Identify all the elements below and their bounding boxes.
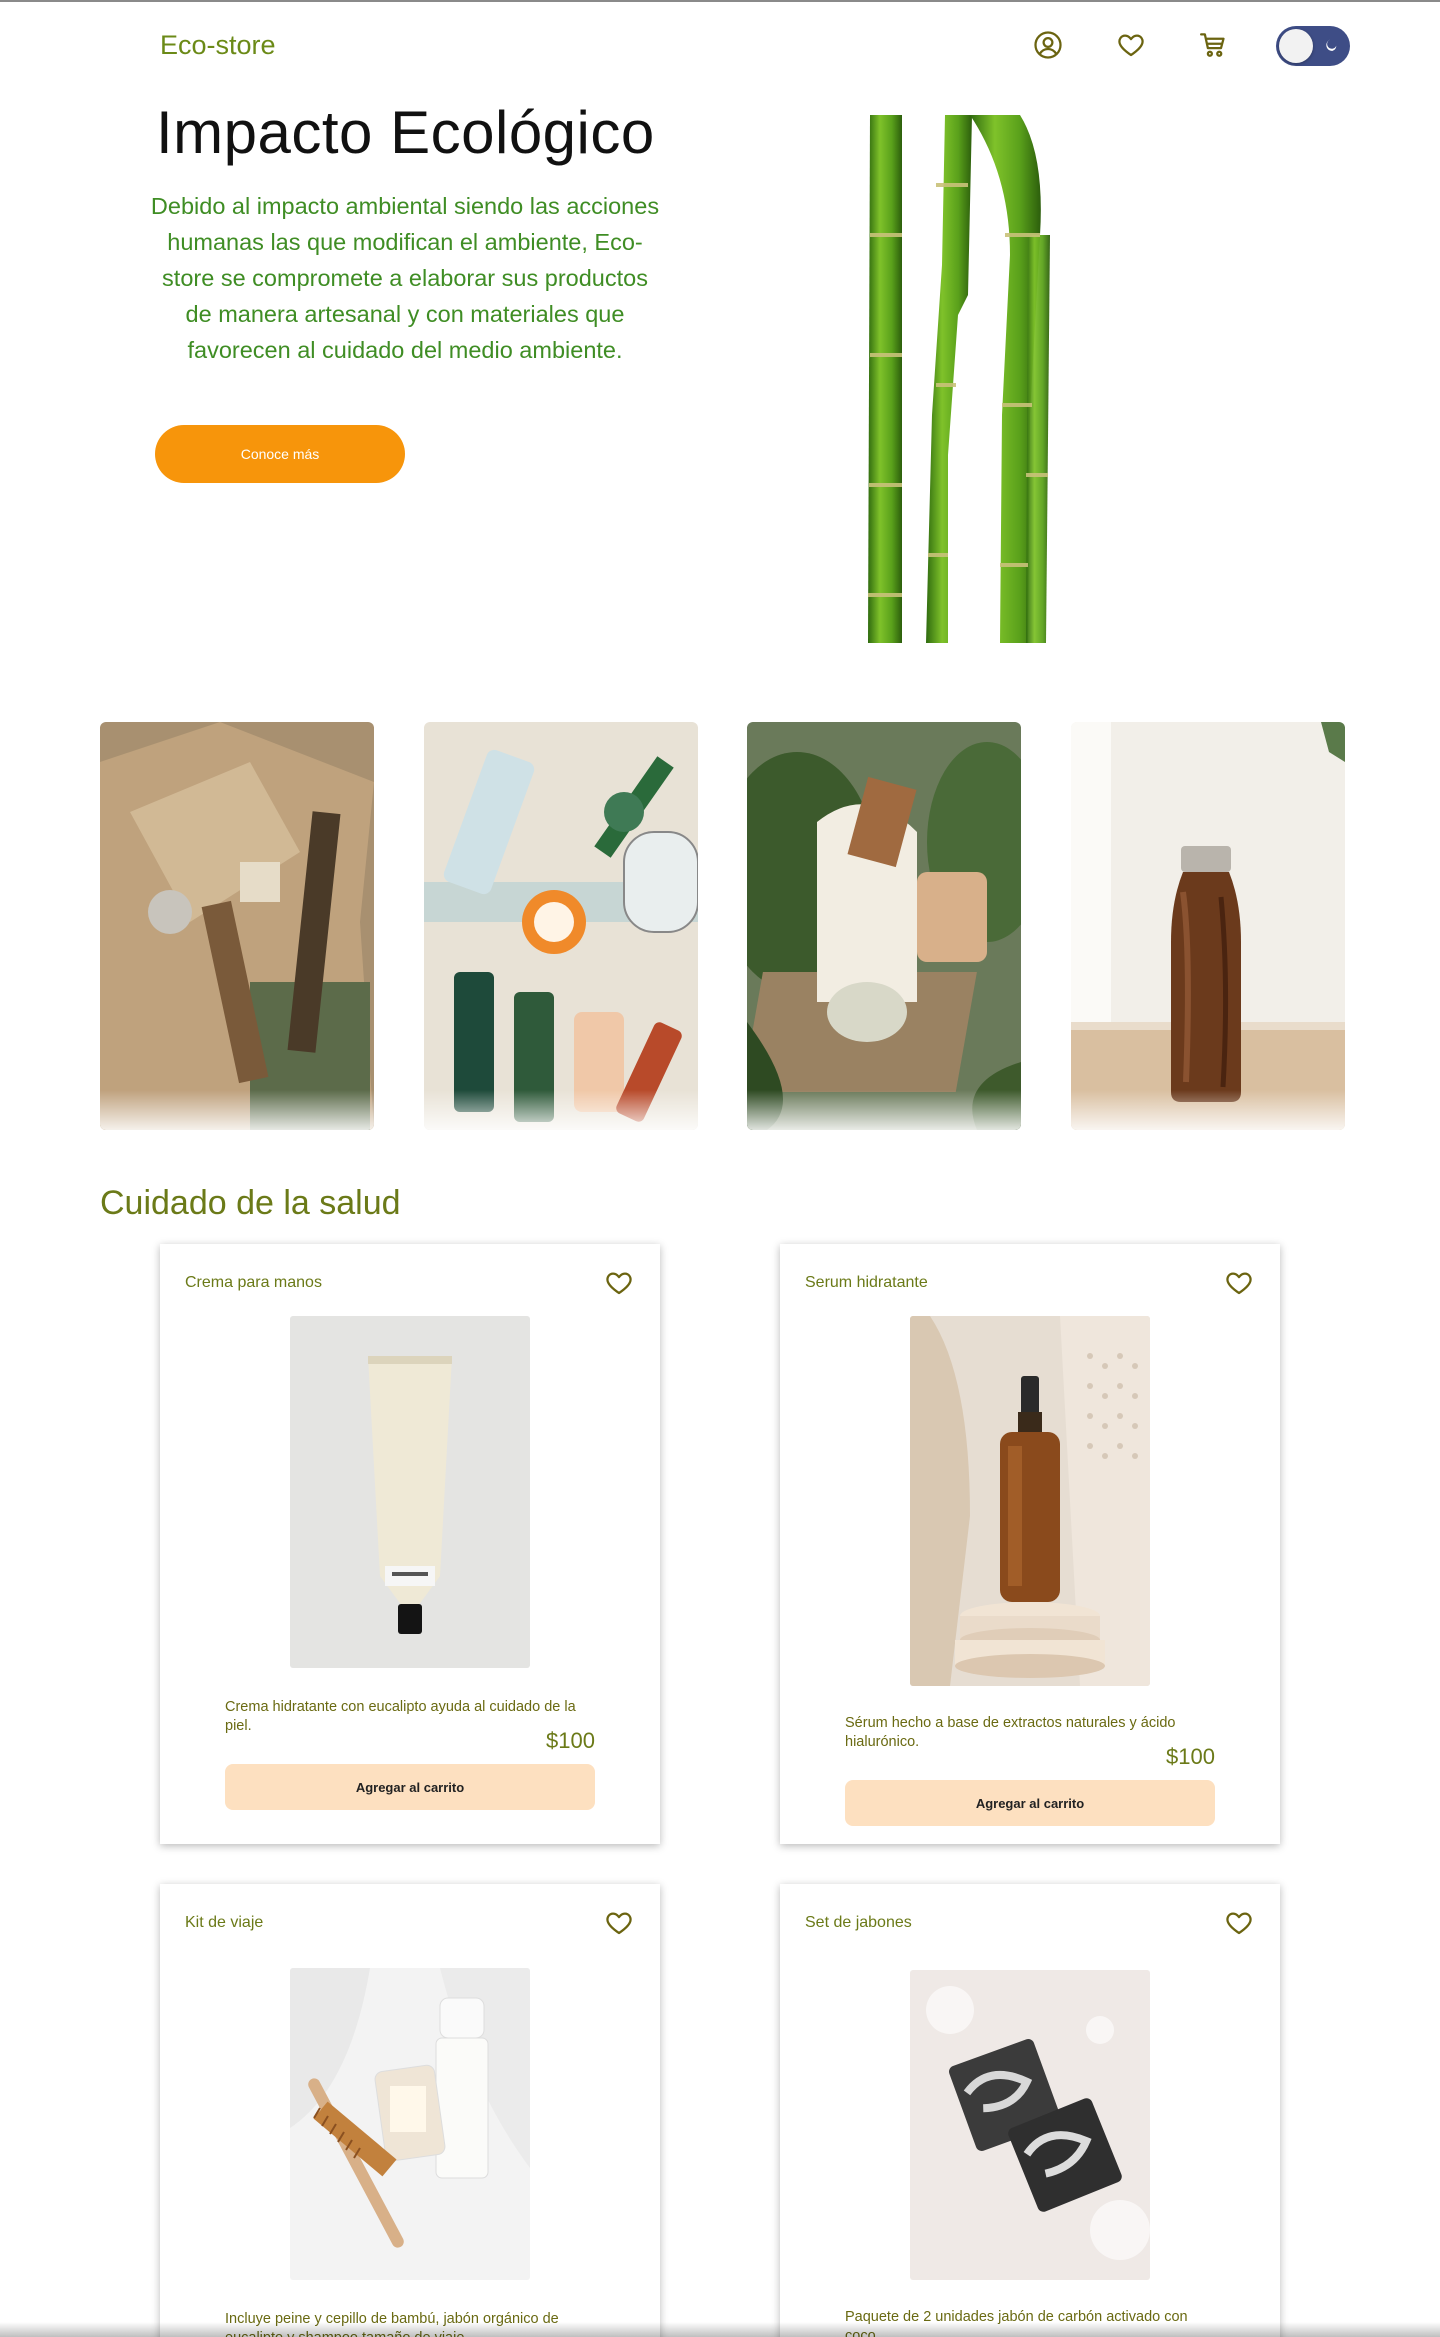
add-to-cart-button[interactable]: Agregar al carrito — [845, 1780, 1215, 1826]
gallery-image-bamboo-kit[interactable] — [100, 722, 374, 1130]
product-image-travel-kit[interactable] — [290, 1968, 530, 2280]
product-name: Set de jabones — [805, 1914, 912, 1931]
theme-toggle[interactable] — [1276, 26, 1350, 66]
toggle-knob — [1279, 29, 1313, 63]
favorite-heart-icon[interactable] — [1224, 1908, 1254, 1938]
section-title: Cuidado de la salud — [100, 1184, 401, 1222]
product-price: $100 — [546, 1728, 595, 1753]
product-name: Crema para manos — [185, 1274, 322, 1291]
product-name: Serum hidratante — [805, 1274, 928, 1291]
favorite-heart-icon[interactable] — [1224, 1268, 1254, 1298]
gallery-image-soaps-set[interactable] — [747, 722, 1021, 1130]
user-icon[interactable] — [1031, 28, 1065, 62]
product-image-serum[interactable] — [910, 1316, 1150, 1686]
cart-icon[interactable] — [1196, 28, 1230, 62]
product-card: Crema para manos Crema hidratante con eu… — [160, 1244, 660, 1844]
product-card: Set de jabones Paquete de 2 unidades jab… — [780, 1884, 1280, 2337]
brand-logo[interactable]: Eco-store — [160, 30, 276, 61]
heart-icon[interactable] — [1114, 28, 1148, 62]
product-card: Kit de viaje Incluye peine y cepillo de … — [160, 1884, 660, 2337]
gallery-image-cosmetics[interactable] — [424, 722, 698, 1130]
moon-icon — [1326, 39, 1337, 52]
bamboo-hero-image — [850, 115, 1090, 643]
add-to-cart-button[interactable]: Agregar al carrito — [225, 1764, 595, 1810]
hero-title: Impacto Ecológico — [156, 99, 655, 166]
hero-description: Debido al impacto ambiental siendo las a… — [150, 193, 660, 363]
product-image-hand-cream[interactable] — [290, 1316, 530, 1668]
product-description: Sérum hecho a base de extractos naturale… — [845, 1715, 1176, 1750]
viewport-bottom-shadow — [0, 2322, 1440, 2337]
product-card: Serum hidratante Sérum hecho a base de e… — [780, 1244, 1280, 1844]
product-image-soap-set[interactable] — [910, 1970, 1150, 2280]
learn-more-button[interactable]: Conoce más — [155, 425, 405, 483]
product-name: Kit de viaje — [185, 1914, 264, 1931]
product-description: Crema hidratante con eucalipto ayuda al … — [225, 1699, 576, 1734]
favorite-heart-icon[interactable] — [604, 1268, 634, 1298]
gallery-image-wooden-bottle[interactable] — [1071, 722, 1345, 1130]
product-price: $100 — [1166, 1744, 1215, 1769]
favorite-heart-icon[interactable] — [604, 1908, 634, 1938]
navbar: Eco-store — [0, 2, 1440, 88]
